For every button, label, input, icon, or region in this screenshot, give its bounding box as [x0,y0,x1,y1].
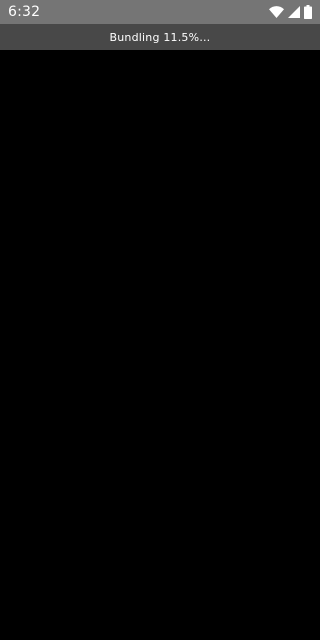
battery-icon [304,5,312,19]
cellular-signal-icon [288,6,300,18]
bundling-progress-text: Bundling 11.5%… [109,30,211,44]
app-content-area [0,50,320,640]
wifi-icon [269,6,284,18]
status-bar: 6:32 [0,0,320,24]
status-time: 6:32 [8,4,41,20]
status-icons [269,5,312,19]
bundling-progress-banner: Bundling 11.5%… [0,24,320,50]
